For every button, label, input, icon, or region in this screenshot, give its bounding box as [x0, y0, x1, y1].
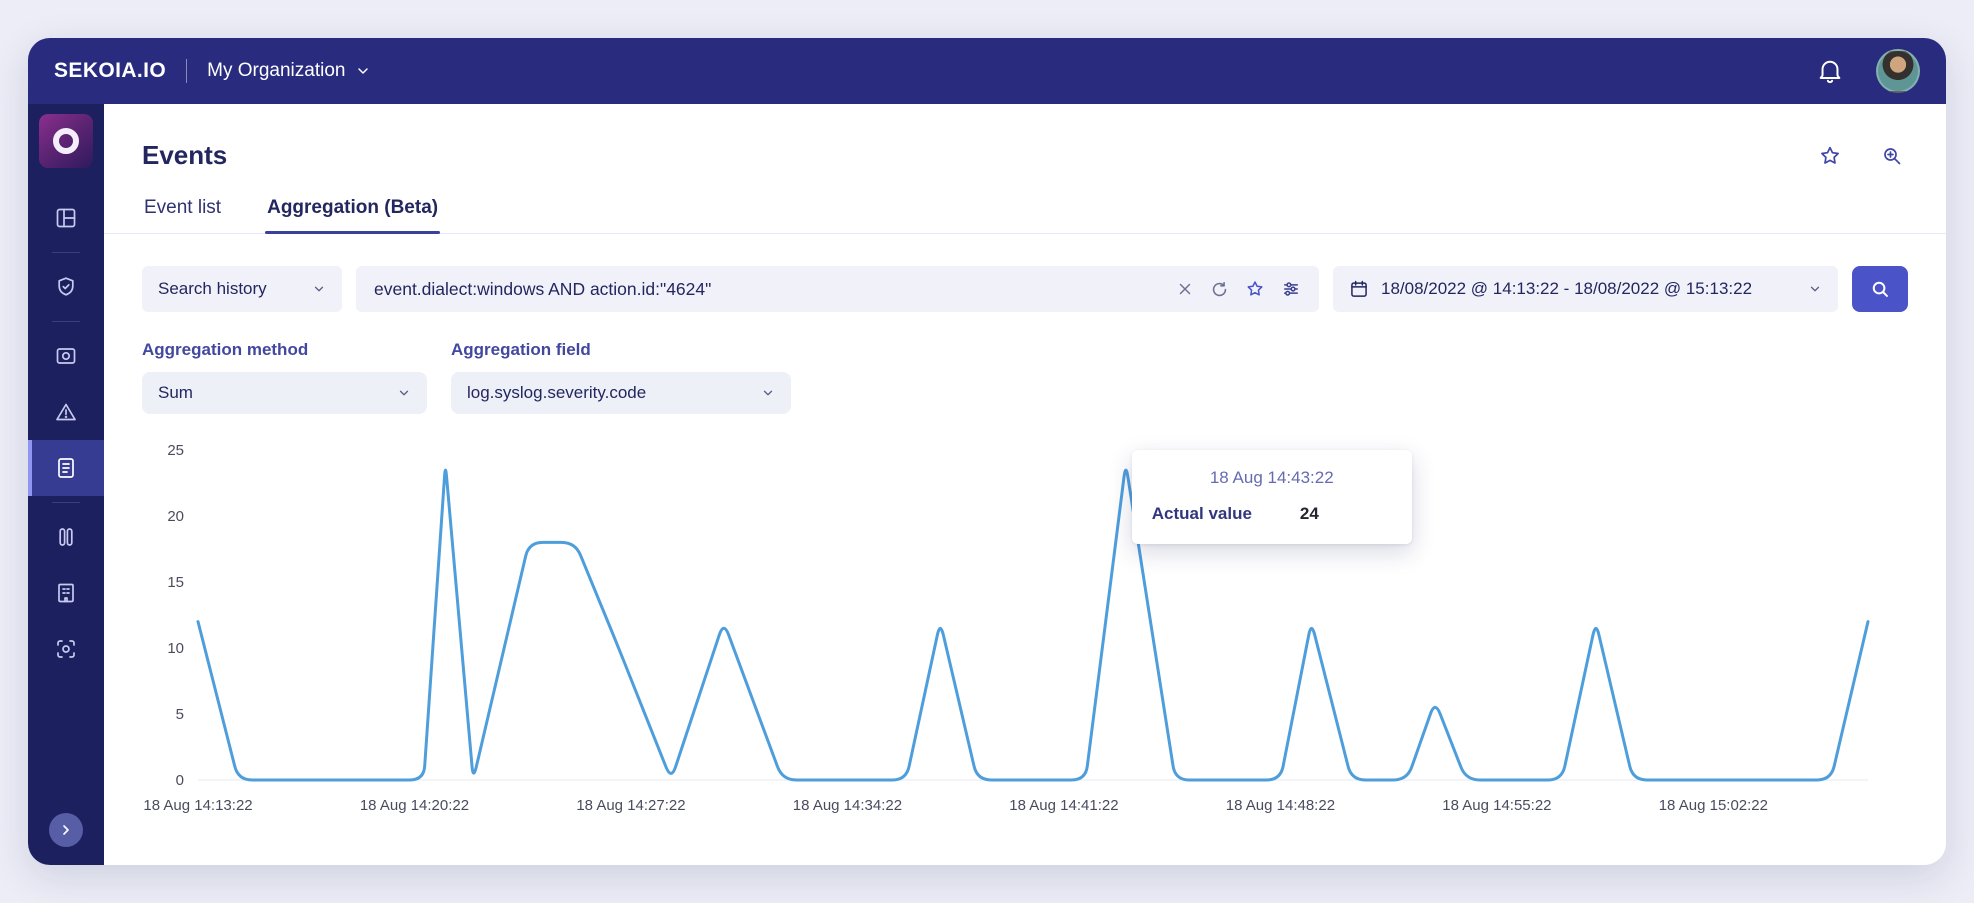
events-document-icon	[58, 458, 74, 478]
calendar-icon	[1351, 280, 1367, 297]
tooltip-label: Actual value	[1151, 504, 1252, 523]
aggregation-field-group: Aggregation field log.syslog.severity.co…	[451, 340, 791, 414]
sidebar-item-detection[interactable]	[28, 621, 104, 677]
search-history-select[interactable]: Search history	[142, 266, 342, 312]
sidebar-item-hunting[interactable]	[28, 509, 104, 565]
tab-bar: Event list Aggregation (Beta)	[104, 197, 1946, 234]
sidebar-divider	[52, 321, 80, 322]
dashboard-icon	[56, 208, 76, 228]
svg-text:18 Aug 14:55:22: 18 Aug 14:55:22	[1442, 797, 1551, 814]
svg-text:18 Aug 14:13:22: 18 Aug 14:13:22	[143, 797, 252, 814]
chart-tooltip: 18 Aug 14:43:22 Actual value 24	[1131, 450, 1412, 544]
shield-check-icon	[58, 277, 74, 296]
svg-text:20: 20	[167, 508, 184, 525]
chevron-down-icon	[397, 386, 411, 400]
topbar: SEKOIA.IO My Organization	[28, 38, 1946, 104]
chevron-down-icon	[312, 282, 326, 296]
app-window: SEKOIA.IO My Organization Events Event l…	[28, 38, 1946, 865]
aggregation-method-value: Sum	[158, 383, 193, 402]
aggregation-field-value: log.syslog.severity.code	[467, 383, 647, 402]
svg-text:25: 25	[167, 442, 184, 459]
sidebar-item-protect[interactable]	[28, 259, 104, 315]
avatar[interactable]	[1876, 49, 1920, 93]
favorite-star-icon[interactable]	[1245, 279, 1265, 299]
search-history-label: Search history	[158, 279, 267, 298]
events-chart-svg: 0 5 10 15 20 25 18 Aug 14:13:22 18 Aug 14:20:22…	[143, 442, 1870, 814]
refresh-icon[interactable]	[1210, 280, 1229, 299]
events-chart[interactable]: 0 5 10 15 20 25 18 Aug 14:13:22 18 Aug 14:20:22…	[104, 436, 1946, 840]
aggregation-method-select[interactable]: Sum	[142, 372, 427, 414]
advanced-search-icon[interactable]	[1880, 144, 1904, 168]
search-query-text: event.dialect:windows AND action.id:"462…	[374, 278, 712, 299]
brand-logo[interactable]: SEKOIA.IO	[54, 59, 166, 83]
svg-text:18 Aug 15:02:22: 18 Aug 15:02:22	[1659, 797, 1768, 814]
chevron-right-icon	[63, 825, 69, 835]
date-range-picker[interactable]: 18/08/2022 @ 14:13:22 - 18/08/2022 @ 15:…	[1333, 266, 1838, 312]
star-icon[interactable]	[1818, 144, 1842, 168]
search-button[interactable]	[1852, 266, 1908, 312]
sidebar-item-dashboard[interactable]	[28, 190, 104, 246]
aggregation-field-select[interactable]: log.syslog.severity.code	[451, 372, 791, 414]
sidebar-item-organization[interactable]	[28, 565, 104, 621]
chevron-down-icon	[761, 386, 775, 400]
tune-icon[interactable]	[1281, 279, 1301, 299]
svg-text:18 Aug 14:20:22: 18 Aug 14:20:22	[360, 797, 469, 814]
aggregation-method-group: Aggregation method Sum	[142, 340, 427, 414]
aggregation-field-label: Aggregation field	[451, 340, 591, 359]
sidebar-divider	[52, 502, 80, 503]
logo-ring-icon	[53, 128, 79, 154]
scan-icon	[57, 640, 75, 658]
sidebar	[28, 104, 104, 865]
sidebar-item-events[interactable]	[28, 440, 104, 496]
svg-text:15: 15	[167, 574, 184, 591]
chevron-down-icon	[1808, 282, 1822, 296]
topbar-divider	[186, 59, 188, 83]
chevron-down-icon	[358, 68, 369, 74]
svg-text:0: 0	[176, 772, 184, 789]
aggregation-method-label: Aggregation method	[142, 340, 309, 359]
tab-event-list[interactable]: Event list	[142, 197, 223, 234]
close-icon[interactable]	[1176, 280, 1194, 298]
svg-text:18 Aug 14:27:22: 18 Aug 14:27:22	[576, 797, 685, 814]
sidebar-item-intelligence[interactable]	[28, 328, 104, 384]
svg-text:18 Aug 14:48:22: 18 Aug 14:48:22	[1226, 797, 1335, 814]
sidebar-item-alerts[interactable]	[28, 384, 104, 440]
tooltip-value: 24	[1299, 504, 1319, 523]
org-switcher[interactable]: My Organization	[207, 60, 371, 82]
scope-icon	[56, 348, 76, 364]
svg-text:18 Aug 14:41:22: 18 Aug 14:41:22	[1009, 797, 1118, 814]
alert-triangle-icon	[56, 403, 76, 421]
building-icon	[58, 583, 74, 603]
topbar-right	[1816, 49, 1920, 93]
bell-icon[interactable]	[1816, 57, 1844, 85]
aggregation-controls: Aggregation method Sum Aggregation field…	[104, 340, 1946, 414]
svg-text:18 Aug 14:34:22: 18 Aug 14:34:22	[793, 797, 902, 814]
sidebar-logo[interactable]	[39, 114, 93, 168]
search-icon	[1872, 281, 1888, 297]
org-name: My Organization	[207, 60, 346, 81]
tooltip-time: 18 Aug 14:43:22	[1209, 468, 1334, 487]
sidebar-collapse-button[interactable]	[49, 813, 83, 847]
tab-aggregation[interactable]: Aggregation (Beta)	[265, 197, 441, 234]
page-actions	[1818, 144, 1904, 168]
sidebar-divider	[52, 252, 80, 253]
date-range-text: 18/08/2022 @ 14:13:22 - 18/08/2022 @ 15:…	[1381, 279, 1753, 298]
main-content: Events Event list Aggregation (Beta) Sea…	[104, 104, 1946, 865]
hunting-icon	[59, 528, 73, 546]
search-query-input[interactable]: event.dialect:windows AND action.id:"462…	[356, 266, 1319, 312]
query-icons	[1176, 279, 1301, 299]
search-bar: Search history event.dialect:windows AND…	[104, 266, 1946, 312]
page-title: Events	[142, 140, 228, 170]
svg-text:10: 10	[167, 640, 184, 657]
svg-text:5: 5	[176, 706, 184, 723]
